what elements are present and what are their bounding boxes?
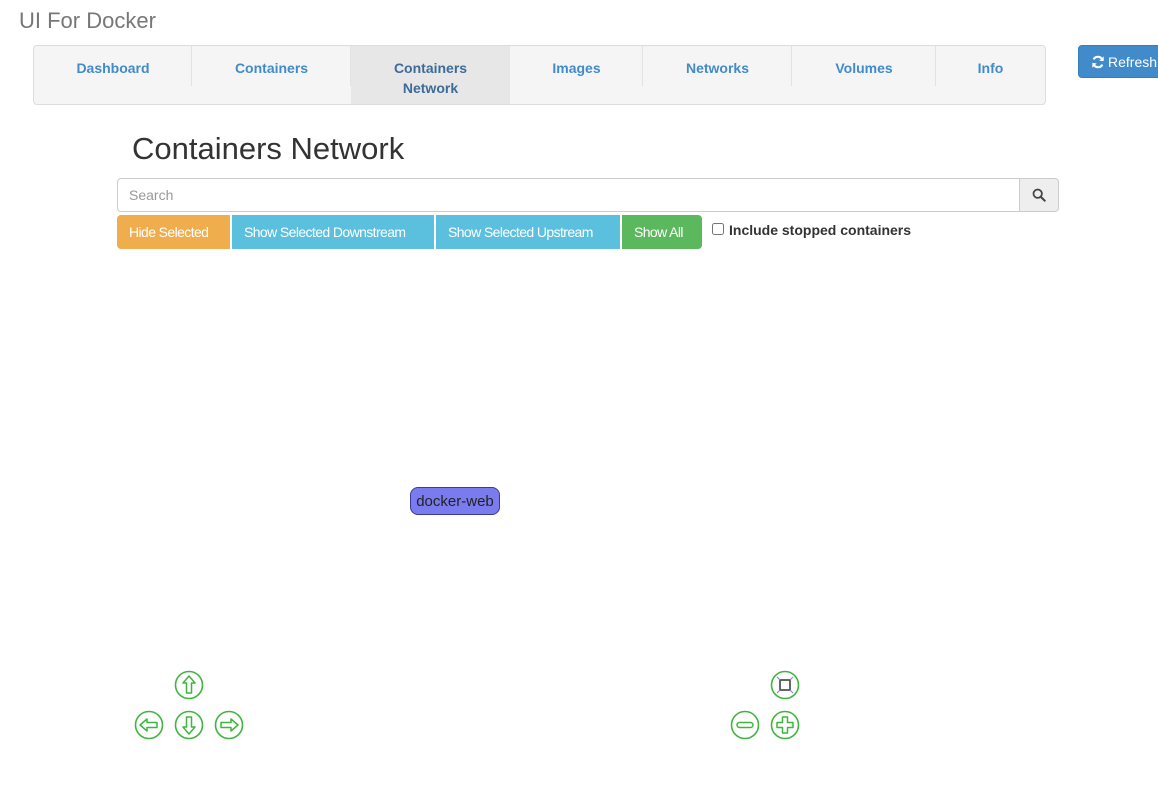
nav-tab-label: Containers Network [393,60,468,96]
pan-right-icon[interactable] [214,710,244,740]
nav-tab-containers-network[interactable]: Containers Network [351,46,510,104]
search-button[interactable] [1019,178,1059,212]
hide-selected-button[interactable]: Hide Selected [117,215,230,249]
search-input[interactable] [117,178,1019,212]
include-stopped-option[interactable]: Include stopped containers [710,222,911,238]
pan-up-icon[interactable] [174,670,204,700]
network-graph-canvas[interactable]: docker-web [117,255,1059,775]
nav-tab-info[interactable]: Info [936,46,1045,104]
nav-tab-dashboard[interactable]: Dashboard [34,46,192,104]
graph-action-bar: Hide Selected Show Selected Downstream S… [117,215,911,249]
nav-tab-networks[interactable]: Networks [643,46,792,104]
include-stopped-checkbox[interactable] [712,223,724,235]
search-icon [1032,188,1046,202]
include-stopped-label: Include stopped containers [729,222,912,238]
nav-tab-volumes[interactable]: Volumes [792,46,936,104]
pan-down-icon[interactable] [174,710,204,740]
graph-node[interactable]: docker-web [410,487,500,515]
zoom-in-icon[interactable] [770,710,800,740]
show-selected-upstream-button[interactable]: Show Selected Upstream [436,215,620,249]
nav-tab-images[interactable]: Images [510,46,643,104]
zoom-out-icon[interactable] [730,710,760,740]
refresh-icon [1092,55,1104,68]
pan-left-icon[interactable] [134,710,164,740]
main-nav: Dashboard Containers Containers Network … [33,45,1046,105]
search-group [117,178,1059,212]
show-selected-downstream-button[interactable]: Show Selected Downstream [232,215,434,249]
show-all-button[interactable]: Show All [622,215,702,249]
refresh-label: Refresh [1108,53,1158,70]
app-title: UI For Docker [19,8,156,33]
refresh-button[interactable]: Refresh [1078,45,1158,78]
page-title: Containers Network [132,131,405,166]
zoom-fit-icon[interactable] [770,670,800,700]
nav-tab-containers[interactable]: Containers [192,46,351,104]
